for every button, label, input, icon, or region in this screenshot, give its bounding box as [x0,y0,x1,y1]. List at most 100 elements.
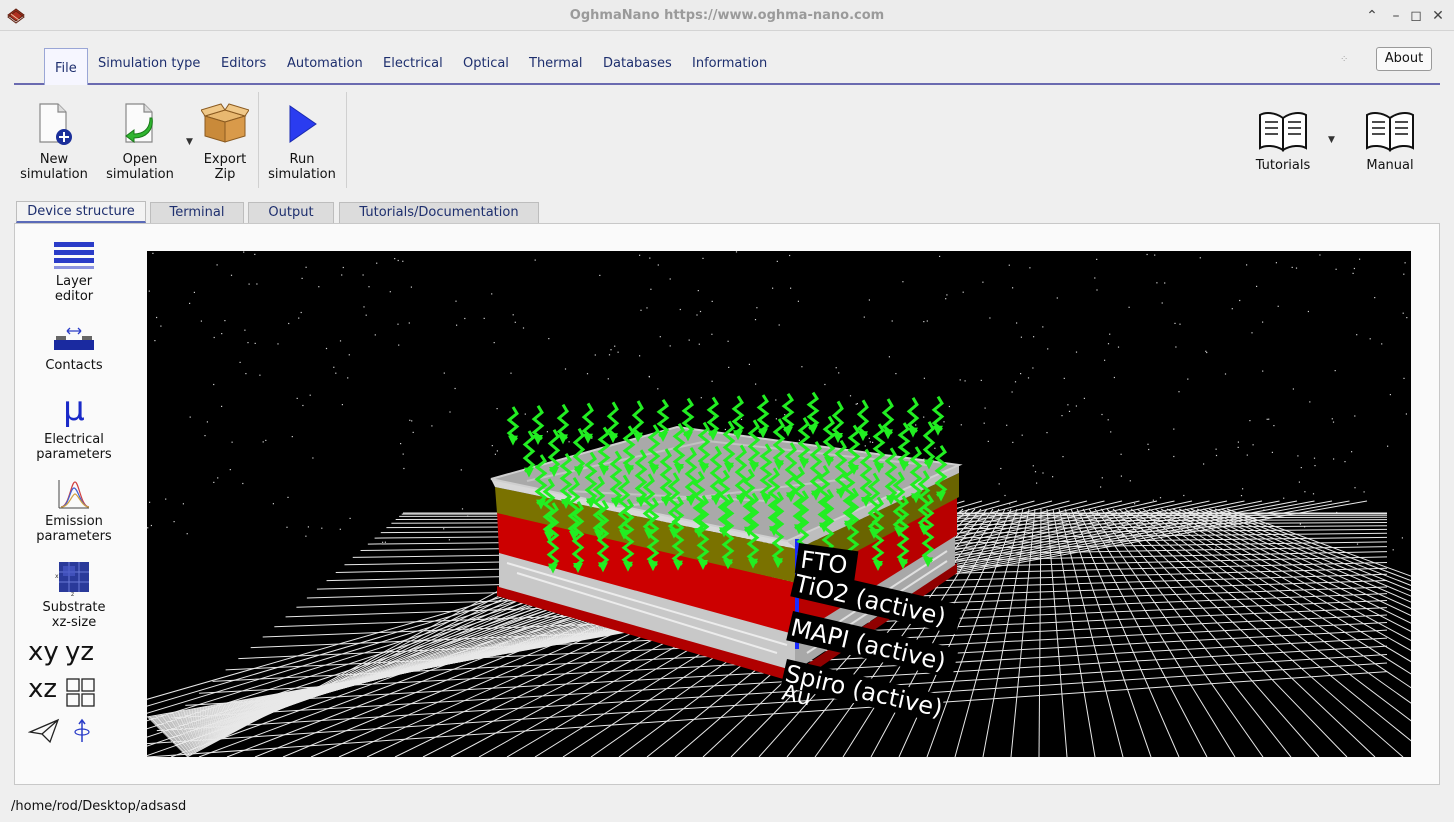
photon-arrow [556,403,570,440]
contacts-button[interactable]: Contacts [14,326,134,373]
star [1032,367,1034,369]
photon-arrow-head [933,425,943,436]
tab-automation[interactable]: Automation [287,56,363,71]
star [868,437,870,439]
tab-simulation-type[interactable]: Simulation type [98,56,200,71]
star [382,541,384,543]
star [1406,317,1408,319]
layer-editor-button[interactable]: Layer editor [14,240,134,304]
chevron-up-icon[interactable]: ⌃ [1362,6,1382,26]
star [748,363,750,365]
star [856,403,858,405]
star [242,482,244,485]
open-simulation-button[interactable]: Open simulation [100,102,180,182]
tab-device-structure[interactable]: Device structure [16,201,146,223]
open-simulation-label: Open simulation [106,152,174,182]
export-zip-button[interactable]: Export Zip [196,102,254,182]
view-xz-button[interactable]: xz [28,674,57,704]
photon-arrow [881,398,895,435]
grid-line [1076,508,1208,757]
photon-arrow [756,394,770,434]
star [1096,258,1098,260]
new-simulation-button[interactable]: New simulation [14,102,94,182]
photon-arrow [606,401,620,439]
star [189,302,191,304]
star [1161,302,1163,304]
four-view-icon[interactable] [66,678,96,708]
device-3d-viewport[interactable]: FTO TiO2 (active) MAPI (active) Spiro (a… [147,251,1411,757]
star [335,372,337,374]
star [740,418,743,420]
open-dropdown-icon[interactable]: ▼ [186,137,193,147]
star [182,503,184,505]
tab-optical[interactable]: Optical [463,56,509,71]
star [1262,370,1264,372]
photon-arrow-head [808,424,818,435]
close-icon[interactable]: ✕ [1428,6,1448,26]
star [1354,487,1356,489]
tab-tutorials-documentation[interactable]: Tutorials/Documentation [339,202,539,224]
tab-thermal[interactable]: Thermal [529,56,583,71]
view-yz-button[interactable]: yz [65,637,94,667]
star [772,287,774,289]
star [408,322,410,324]
tab-databases[interactable]: Databases [603,56,672,71]
grid-line [1196,508,1411,603]
star [173,521,175,523]
tab-information[interactable]: Information [692,56,767,71]
minimize-icon[interactable]: – [1386,6,1406,26]
tutorials-button[interactable]: Tutorials [1244,110,1322,173]
ribbon-separator [258,92,259,188]
star [1154,254,1156,256]
emission-parameters-label: Emission parameters [36,514,112,544]
star [939,255,941,257]
star [640,309,642,311]
star [217,477,219,479]
star [165,498,167,500]
tutorials-dropdown-icon[interactable]: ▼ [1328,135,1335,145]
grid-line [1148,508,1411,675]
star [943,421,945,423]
star [1128,306,1130,308]
about-button[interactable]: About [1376,47,1432,71]
star [1392,549,1394,551]
maximize-icon[interactable]: ◻ [1406,6,1426,26]
star [1033,336,1035,338]
star [1173,455,1175,458]
electrical-parameters-button[interactable]: μ Electrical parameters [14,392,134,462]
star [496,408,498,410]
photon-arrow [631,400,645,438]
star [1183,494,1185,497]
star [1129,480,1131,482]
star [1268,418,1270,420]
star [1042,472,1044,474]
run-simulation-button[interactable]: Run simulation [263,102,341,182]
emission-parameters-button[interactable]: Emission parameters [14,478,134,544]
star [1096,289,1098,291]
view-xy-button[interactable]: xy [28,637,59,667]
manual-button[interactable]: Manual [1352,110,1428,173]
paper-plane-icon[interactable] [28,718,60,744]
star [1215,547,1217,549]
star [213,383,215,386]
star [646,307,648,309]
star [149,501,151,503]
star [254,253,256,255]
tab-file[interactable]: File [44,48,88,85]
tab-terminal[interactable]: Terminal [150,202,244,224]
photon-arrow [856,399,870,437]
star [156,316,158,319]
star [301,277,303,279]
tab-electrical[interactable]: Electrical [383,56,443,71]
star [775,399,777,401]
tab-editors[interactable]: Editors [221,56,266,71]
star [1032,465,1034,467]
rotate-axis-icon[interactable] [72,718,92,744]
substrate-size-button[interactable]: x z Substrate xz-size [14,560,134,630]
star [599,274,601,276]
tab-output[interactable]: Output [248,202,334,224]
star [610,349,612,351]
star [288,322,290,325]
star [888,356,890,358]
star [1240,495,1243,497]
